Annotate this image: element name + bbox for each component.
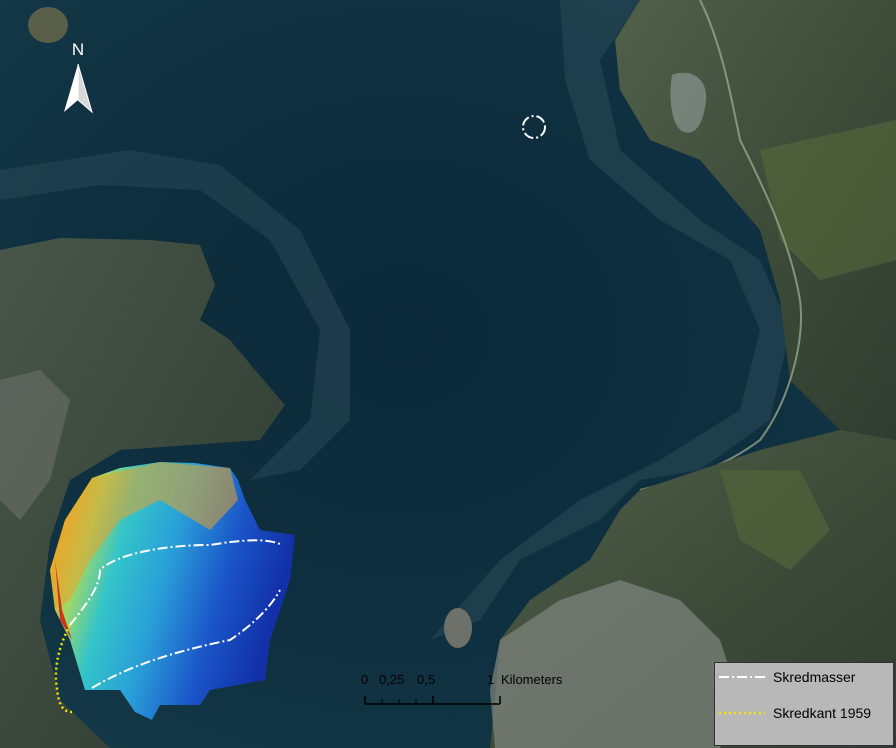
scale-unit: Kilometers xyxy=(501,672,563,687)
scale-tick-025: 0,25 xyxy=(379,672,405,687)
scale-tick-1: 1 xyxy=(487,672,495,687)
legend-item-skredkant: Skredkant 1959 xyxy=(719,703,891,727)
dotted-line-icon xyxy=(719,711,765,715)
scale-tick-0: 0 xyxy=(361,672,369,687)
scale-bar-line xyxy=(364,696,501,705)
islet-center xyxy=(444,608,472,648)
scale-tick-05: 0,5 xyxy=(417,672,436,687)
dash-dot-line-icon xyxy=(719,676,765,678)
north-arrow: N xyxy=(60,40,96,116)
north-arrow-icon xyxy=(64,63,93,114)
legend-label-skredmasser: Skredmasser xyxy=(773,669,856,685)
legend-item-skredmasser: Skredmasser xyxy=(719,667,891,691)
map-canvas[interactable] xyxy=(0,0,896,748)
legend-label-skredkant: Skredkant 1959 xyxy=(773,705,872,721)
map-legend: Skredmasser Skredkant 1959 xyxy=(714,662,894,746)
islet-north xyxy=(28,7,68,43)
scale-bar: 0 0,25 0,5 1 Kilometers xyxy=(355,670,595,710)
